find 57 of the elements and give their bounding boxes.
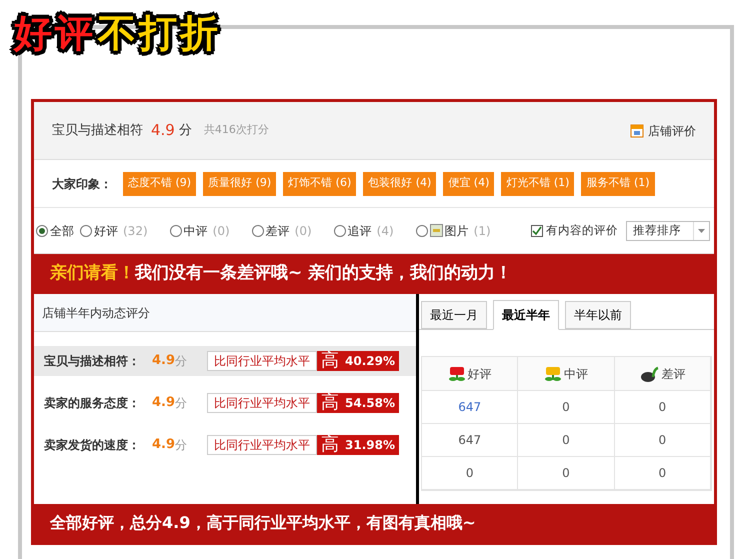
- percent-badge: 高 31.98%: [317, 435, 400, 455]
- period-tab[interactable]: 半年以前: [565, 301, 631, 329]
- dsr-title: 店铺半年内动态评分: [34, 294, 416, 332]
- banner-highlight: 亲们请看！: [50, 262, 135, 286]
- table-cell-text: 0: [658, 432, 666, 449]
- column-header: 差评: [661, 366, 686, 382]
- dsr-score: 4.9: [152, 436, 176, 454]
- period-tab[interactable]: 最近半年: [493, 300, 559, 330]
- summary-label: 宝贝与描述相符: [52, 122, 143, 140]
- summary-score: 4.9: [151, 120, 175, 142]
- column-header: 中评: [564, 366, 588, 382]
- sort-dropdown[interactable]: 推荐排序: [626, 220, 710, 240]
- banner-text: 我们没有一条差评哦~ 亲们的支持，我们的动力！: [135, 262, 512, 286]
- table-cell-text: 0: [562, 432, 570, 449]
- filter-radio[interactable]: 中评 (0): [170, 222, 230, 240]
- percent-badge: 高 54.58%: [317, 393, 400, 413]
- dsr-score: 4.9: [152, 352, 176, 370]
- compare-label: 比同行业平均水平: [207, 435, 318, 455]
- filter-radio[interactable]: 全部: [36, 222, 74, 240]
- table-cell-text: 0: [466, 465, 474, 482]
- column-header: 好评: [468, 366, 492, 382]
- caret-icon: [698, 228, 705, 232]
- table-cell-text: 0: [658, 465, 666, 482]
- impressions-label: 大家印象：: [52, 176, 112, 192]
- content-checkbox[interactable]: 有内容的评价: [531, 222, 618, 240]
- dsr-label: 宝贝与描述相符：: [44, 353, 141, 370]
- headline-text: 好评: [14, 14, 96, 52]
- image-icon: [430, 224, 443, 237]
- checkmark-icon: [532, 226, 542, 236]
- dsr-unit: 分: [175, 353, 188, 370]
- table-cell-text: 0: [562, 465, 570, 482]
- period-tab[interactable]: 最近一月: [421, 301, 487, 329]
- dsr-unit: 分: [175, 395, 188, 412]
- flower-icon: [544, 366, 562, 382]
- summary-banner: 全部好评，总分4.9，高于同行业平均水平，有图有真相哦~: [34, 504, 714, 542]
- dsr-score: 4.9: [152, 394, 176, 412]
- filter-radio[interactable]: 差评 (0): [252, 222, 312, 240]
- table-cell-text: 0: [658, 399, 666, 416]
- filter-radio[interactable]: 追评 (4): [334, 222, 394, 240]
- dsr-label: 卖家发货的速度：: [44, 437, 141, 454]
- shop-icon: [630, 124, 644, 138]
- table-cell-text: 0: [562, 399, 570, 416]
- flower-icon: [448, 366, 466, 382]
- wilted-plant-icon: [639, 366, 660, 382]
- dsr-unit: 分: [175, 437, 188, 454]
- percent-badge: 高 40.29%: [317, 351, 400, 371]
- shop-review-link[interactable]: 店铺评价: [648, 122, 696, 140]
- count-link[interactable]: 647: [458, 398, 482, 416]
- table-cell-text: 647: [458, 432, 482, 449]
- dsr-label: 卖家的服务态度：: [44, 395, 141, 412]
- compare-label: 比同行业平均水平: [207, 351, 318, 371]
- filter-radio[interactable]: 图片 (1): [416, 222, 491, 240]
- filter-radio[interactable]: 好评 (32): [80, 222, 148, 240]
- rating-count: 共416次打分: [204, 122, 269, 138]
- compare-label: 比同行业平均水平: [207, 393, 318, 413]
- summary-unit: 分: [178, 122, 192, 140]
- headline-text: 不打折: [98, 14, 221, 52]
